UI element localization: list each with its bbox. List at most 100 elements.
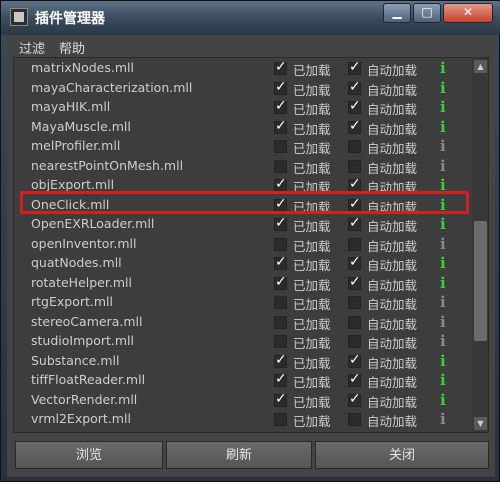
menu-help[interactable]: 帮助	[59, 38, 85, 57]
plugin-row[interactable]: MayaMuscle.mll 已加载 自动加载 i	[14, 118, 469, 138]
menu-bar: 过滤 帮助	[7, 35, 495, 57]
plugin-name: matrixNodes.mll	[31, 60, 134, 75]
info-icon[interactable]: i	[440, 274, 446, 292]
plugin-row[interactable]: stereoCamera.mll 已加载 自动加载 i	[14, 313, 469, 333]
plugin-row[interactable]: openInventor.mll 已加载 自动加载 i	[14, 235, 469, 255]
info-icon[interactable]: i	[440, 410, 446, 428]
scroll-up-arrow-icon[interactable]: ▲	[474, 60, 487, 73]
plugin-row[interactable]: rtgExport.mll 已加载 自动加载 i	[14, 293, 469, 313]
autoload-checkbox[interactable]	[348, 140, 361, 153]
autoload-checkbox[interactable]	[348, 371, 361, 387]
info-icon[interactable]: i	[440, 79, 446, 97]
info-icon[interactable]: i	[440, 391, 446, 409]
loaded-label: 已加载	[293, 219, 331, 234]
autoload-checkbox[interactable]	[348, 433, 361, 434]
close-window-button[interactable]: ✕	[443, 3, 493, 23]
autoload-checkbox[interactable]	[348, 413, 361, 426]
loaded-checkbox[interactable]	[274, 79, 287, 95]
refresh-button[interactable]: 刷新	[166, 441, 312, 469]
loaded-checkbox[interactable]	[274, 274, 287, 290]
loaded-checkbox[interactable]	[274, 159, 287, 173]
title-bar[interactable]: 插件管理器 ▁ □ ✕	[1, 1, 500, 35]
loaded-checkbox[interactable]	[274, 433, 287, 434]
loaded-label: 已加载	[293, 141, 331, 156]
loaded-checkbox[interactable]	[274, 315, 287, 329]
scroll-down-arrow-icon[interactable]: ▼	[474, 417, 487, 430]
plugin-name: objExport.mll	[31, 177, 115, 192]
plugin-row[interactable]: matrixNodes.mll 已加载 自动加载 i	[14, 59, 469, 79]
plugin-row[interactable]: rotateHelper.mll 已加载 自动加载 i	[14, 274, 469, 294]
info-icon[interactable]: i	[440, 352, 446, 370]
info-icon[interactable]: i	[440, 215, 446, 233]
plugin-row[interactable]: VectorRender.mll 已加载 自动加载 i	[14, 391, 469, 411]
maximize-button[interactable]: □	[413, 3, 441, 23]
loaded-checkbox[interactable]	[274, 296, 287, 309]
info-icon[interactable]: i	[440, 332, 446, 350]
autoload-checkbox[interactable]	[348, 296, 361, 309]
autoload-checkbox[interactable]	[348, 215, 361, 231]
browse-button[interactable]: 浏览	[15, 441, 163, 469]
plugin-row[interactable]: nearestPointOnMesh.mll 已加载 自动加载 i	[14, 157, 469, 177]
autoload-checkbox[interactable]	[348, 274, 361, 290]
plugin-list[interactable]: matrixNodes.mll已加载自动加载imayaCharacterizat…	[13, 57, 489, 433]
loaded-label: 已加载	[293, 277, 331, 293]
info-icon[interactable]: i	[440, 254, 446, 272]
autoload-label: 自动加载	[367, 238, 418, 254]
autoload-label: 自动加载	[367, 431, 417, 433]
plugin-row[interactable]: mayaHIK.mll 已加载 自动加载 i	[14, 98, 469, 118]
autoload-checkbox[interactable]	[348, 98, 361, 114]
plugin-row[interactable]: Substance.mll 已加载 自动加载 i	[14, 352, 469, 372]
autoload-checkbox[interactable]	[348, 335, 361, 348]
loaded-checkbox[interactable]	[274, 254, 287, 270]
loaded-checkbox[interactable]	[274, 59, 287, 75]
plugin-name: rtgExport.mll	[31, 294, 113, 309]
loaded-checkbox[interactable]	[274, 140, 287, 153]
info-icon[interactable]: i	[440, 371, 446, 389]
autoload-checkbox[interactable]	[348, 352, 361, 368]
autoload-label: 自动加载	[367, 258, 418, 273]
plugin-row[interactable]: tiffFloatReader.mll 已加载 自动加载 i	[14, 371, 469, 391]
plugin-name: stereoCamera.mll	[31, 313, 143, 329]
autoload-checkbox[interactable]	[348, 237, 361, 251]
info-icon[interactable]: i	[440, 293, 446, 311]
close-button[interactable]: 关闭	[315, 441, 489, 469]
info-icon[interactable]: i	[440, 313, 446, 331]
info-icon[interactable]: i	[440, 235, 446, 253]
info-icon[interactable]: i	[440, 59, 446, 77]
autoload-label: 自动加载	[367, 394, 418, 410]
loaded-checkbox[interactable]	[274, 215, 287, 231]
plugin-row[interactable]: quatNodes.mll 已加载 自动加载 i	[14, 254, 469, 274]
loaded-checkbox[interactable]	[274, 237, 287, 251]
loaded-checkbox[interactable]	[274, 413, 287, 426]
minimize-button[interactable]: ▁	[383, 3, 411, 23]
plugin-row[interactable]: mayaCharacterization.mll 已加载 自动加载 i	[14, 79, 469, 99]
info-icon[interactable]: i	[440, 98, 446, 116]
plugin-row[interactable]: vrml2Export.mll 已加载 自动加载 i	[14, 410, 469, 430]
loaded-checkbox[interactable]	[274, 391, 287, 407]
autoload-checkbox[interactable]	[348, 315, 361, 329]
plugin-row[interactable]: retargeterNodes.mll 已加载 自动加载 i	[14, 430, 469, 434]
autoload-checkbox[interactable]	[348, 391, 361, 407]
autoload-checkbox[interactable]	[348, 159, 361, 173]
plugin-row[interactable]: studioImport.mll 已加载 自动加载 i	[14, 332, 469, 352]
info-icon[interactable]: i	[440, 137, 446, 155]
loaded-checkbox[interactable]	[274, 98, 287, 114]
info-icon[interactable]: i	[440, 157, 446, 175]
menu-filter[interactable]: 过滤	[19, 38, 45, 57]
loaded-checkbox[interactable]	[274, 118, 287, 134]
info-icon[interactable]: i	[440, 430, 446, 433]
loaded-checkbox[interactable]	[274, 335, 287, 348]
info-icon[interactable]: i	[440, 118, 446, 136]
scroll-thumb[interactable]	[474, 221, 487, 341]
plugin-name: mayaCharacterization.mll	[31, 79, 193, 95]
autoload-checkbox[interactable]	[348, 79, 361, 95]
autoload-checkbox[interactable]	[348, 59, 361, 75]
scrollbar[interactable]: ▲ ▼	[472, 58, 488, 432]
autoload-checkbox[interactable]	[348, 118, 361, 134]
plugin-row[interactable]: melProfiler.mll 已加载 自动加载 i	[14, 137, 469, 157]
loaded-checkbox[interactable]	[274, 352, 287, 368]
plugin-row[interactable]: OpenEXRLoader.mll 已加载 自动加载 i	[14, 215, 469, 235]
autoload-checkbox[interactable]	[348, 254, 361, 270]
loaded-checkbox[interactable]	[274, 371, 287, 387]
loaded-label: 已加载	[293, 238, 331, 254]
